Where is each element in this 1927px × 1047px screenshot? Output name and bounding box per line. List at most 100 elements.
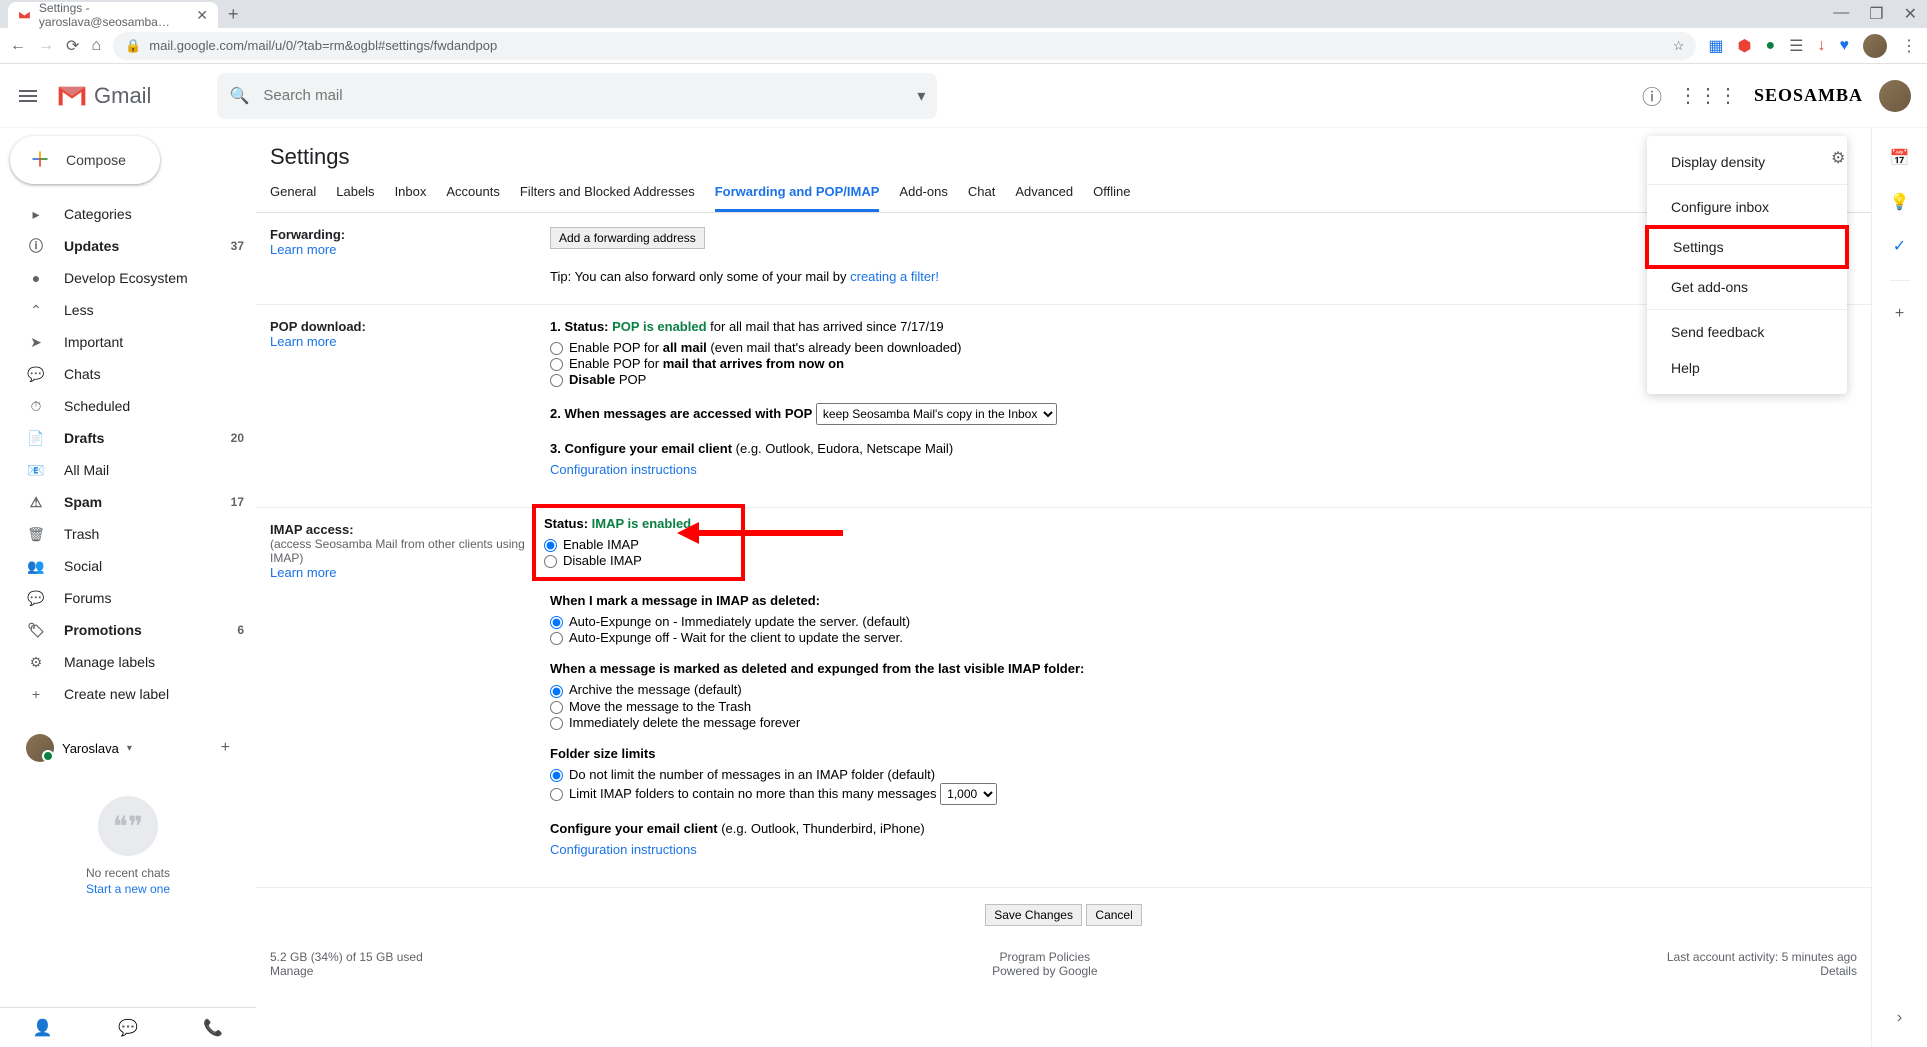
tab-advanced[interactable]: Advanced	[1015, 184, 1073, 212]
address-bar[interactable]: 🔒 mail.google.com/mail/u/0/?tab=rm&ogbl#…	[113, 32, 1696, 60]
search-options-icon[interactable]: ▾	[917, 86, 925, 106]
sidebar-item-less[interactable]: ⌃Less	[0, 294, 256, 326]
sidebar-item-promotions[interactable]: 🏷Promotions6	[0, 614, 256, 646]
sidebar-item-social[interactable]: 👥Social	[0, 550, 256, 582]
archive-radio[interactable]: Archive the message (default)	[550, 682, 1857, 697]
add-hangout-icon[interactable]: +	[221, 739, 230, 757]
home-button[interactable]: ⌂	[91, 37, 101, 55]
back-button[interactable]: ←	[10, 37, 26, 55]
tab-forwarding[interactable]: Forwarding and POP/IMAP	[715, 184, 880, 212]
sidebar-item-updates[interactable]: ⓘUpdates37	[0, 230, 256, 262]
tab-close-icon[interactable]: ✕	[196, 7, 208, 24]
no-limit-radio[interactable]: Do not limit the number of messages in a…	[550, 767, 1857, 782]
delete-forever-radio[interactable]: Immediately delete the message forever	[550, 715, 1857, 730]
create-filter-link[interactable]: creating a filter!	[850, 269, 939, 284]
calendar-icon[interactable]: 📅	[1890, 148, 1910, 168]
limit-radio[interactable]: Limit IMAP folders to contain no more th…	[550, 783, 1857, 805]
tasks-icon[interactable]: ✓	[1893, 236, 1906, 256]
keep-icon[interactable]: 💡	[1890, 192, 1910, 212]
hangouts-contacts-icon[interactable]: 👤	[33, 1018, 53, 1038]
move-trash-radio[interactable]: Move the message to the Trash	[550, 699, 1857, 714]
star-icon[interactable]: ☆	[1673, 38, 1685, 54]
gmail-logo[interactable]: Gmail	[56, 83, 151, 109]
cancel-button[interactable]: Cancel	[1086, 904, 1141, 926]
details-link[interactable]: Details	[1820, 964, 1857, 978]
sidebar-item-develop[interactable]: ●Develop Ecosystem	[0, 262, 256, 294]
sidebar-item-scheduled[interactable]: ⏱Scheduled	[0, 390, 256, 422]
hangouts-phone-icon[interactable]: 📞	[203, 1018, 223, 1038]
account-avatar[interactable]	[1879, 80, 1911, 112]
menu-help[interactable]: Help	[1647, 350, 1847, 386]
sidebar-item-important[interactable]: ➤Important	[0, 326, 256, 358]
ext-icon-6[interactable]: ♥	[1840, 37, 1850, 55]
search-input[interactable]	[263, 87, 917, 104]
sidebar-item-forums[interactable]: 💬Forums	[0, 582, 256, 614]
forwarding-learn-link[interactable]: Learn more	[270, 242, 336, 257]
support-icon[interactable]: ⓘ	[1642, 81, 1662, 110]
pop-config-link[interactable]: Configuration instructions	[550, 462, 697, 477]
reload-button[interactable]: ⟳	[66, 36, 79, 56]
tab-general[interactable]: General	[270, 184, 316, 212]
sidebar-item-allmail[interactable]: 📧All Mail	[0, 454, 256, 486]
tab-offline[interactable]: Offline	[1093, 184, 1130, 212]
expunge-off-radio[interactable]: Auto-Expunge off - Wait for the client t…	[550, 630, 1857, 645]
ext-icon-1[interactable]: ▦	[1708, 36, 1723, 56]
new-tab-button[interactable]: +	[228, 4, 239, 25]
ext-icon-2[interactable]: ⬢	[1738, 36, 1752, 56]
add-forwarding-button[interactable]: Add a forwarding address	[550, 227, 705, 249]
start-chat-link[interactable]: Start a new one	[86, 882, 170, 896]
forward-button[interactable]: →	[38, 37, 54, 55]
imap-disable-radio[interactable]: Disable IMAP	[544, 553, 691, 568]
menu-get-addons[interactable]: Get add-ons	[1647, 269, 1847, 305]
settings-gear-icon[interactable]: ⚙	[1831, 148, 1855, 172]
sidebar-item-create-label[interactable]: +Create new label	[0, 678, 256, 710]
tab-chat[interactable]: Chat	[968, 184, 995, 212]
ext-icon-3[interactable]: ●	[1765, 37, 1775, 55]
folder-limit-select[interactable]: 1,000	[940, 783, 997, 805]
minimize-icon[interactable]: —	[1833, 4, 1849, 24]
sidebar-item-trash[interactable]: 🗑Trash	[0, 518, 256, 550]
profile-avatar-icon[interactable]	[1863, 34, 1887, 58]
manage-link[interactable]: Manage	[270, 964, 313, 978]
menu-settings[interactable]: Settings	[1645, 225, 1849, 269]
collapse-panel-icon[interactable]: ›	[1897, 1009, 1902, 1027]
search-bar[interactable]: 🔍 ▾	[217, 73, 937, 119]
menu-display-density[interactable]: Display density	[1647, 144, 1847, 180]
tab-addons[interactable]: Add-ons	[899, 184, 947, 212]
ext-icon-5[interactable]: ↓	[1818, 37, 1826, 55]
chat-icon: 💬	[26, 366, 46, 383]
pop-access-select[interactable]: keep Seosamba Mail's copy in the Inbox	[816, 403, 1057, 425]
imap-enable-radio[interactable]: Enable IMAP	[544, 537, 691, 552]
ext-icon-4[interactable]: ☰	[1789, 36, 1803, 56]
chevron-down-icon[interactable]: ▾	[127, 743, 132, 754]
expunge-on-radio[interactable]: Auto-Expunge on - Immediately update the…	[550, 614, 1857, 629]
search-icon[interactable]: 🔍	[229, 86, 249, 106]
menu-send-feedback[interactable]: Send feedback	[1647, 314, 1847, 350]
add-sidepanel-icon[interactable]: +	[1895, 305, 1904, 323]
sidebar-item-drafts[interactable]: 📄Drafts20	[0, 422, 256, 454]
save-button[interactable]: Save Changes	[985, 904, 1082, 926]
sidebar-item-chats[interactable]: 💬Chats	[0, 358, 256, 390]
main-menu-icon[interactable]	[16, 84, 40, 108]
hangouts-user[interactable]: Yaroslava ▾ +	[16, 730, 240, 766]
imap-learn-link[interactable]: Learn more	[270, 565, 336, 580]
hangouts-tabs: 👤 💬 📞	[0, 1007, 256, 1047]
sidebar-item-categories[interactable]: ▸Categories	[0, 198, 256, 230]
pop-learn-link[interactable]: Learn more	[270, 334, 336, 349]
tab-filters[interactable]: Filters and Blocked Addresses	[520, 184, 695, 212]
policies-link[interactable]: Program Policies	[999, 950, 1090, 964]
tab-labels[interactable]: Labels	[336, 184, 374, 212]
compose-button[interactable]: Compose	[10, 136, 160, 184]
imap-config-link[interactable]: Configuration instructions	[550, 842, 697, 857]
tab-accounts[interactable]: Accounts	[446, 184, 499, 212]
menu-configure-inbox[interactable]: Configure inbox	[1647, 189, 1847, 225]
sidebar-item-spam[interactable]: ⚠Spam17	[0, 486, 256, 518]
hangouts-chat-icon[interactable]: 💬	[118, 1018, 138, 1038]
sidebar-item-manage-labels[interactable]: ⚙Manage labels	[0, 646, 256, 678]
close-window-icon[interactable]: ✕	[1904, 4, 1917, 24]
apps-icon[interactable]: ⋮⋮⋮	[1678, 83, 1738, 108]
browser-tab[interactable]: Settings - yaroslava@seosamba… ✕	[8, 2, 218, 28]
tab-inbox[interactable]: Inbox	[395, 184, 427, 212]
browser-menu-icon[interactable]: ⋮	[1901, 36, 1917, 56]
maximize-icon[interactable]: ❐	[1869, 4, 1883, 24]
